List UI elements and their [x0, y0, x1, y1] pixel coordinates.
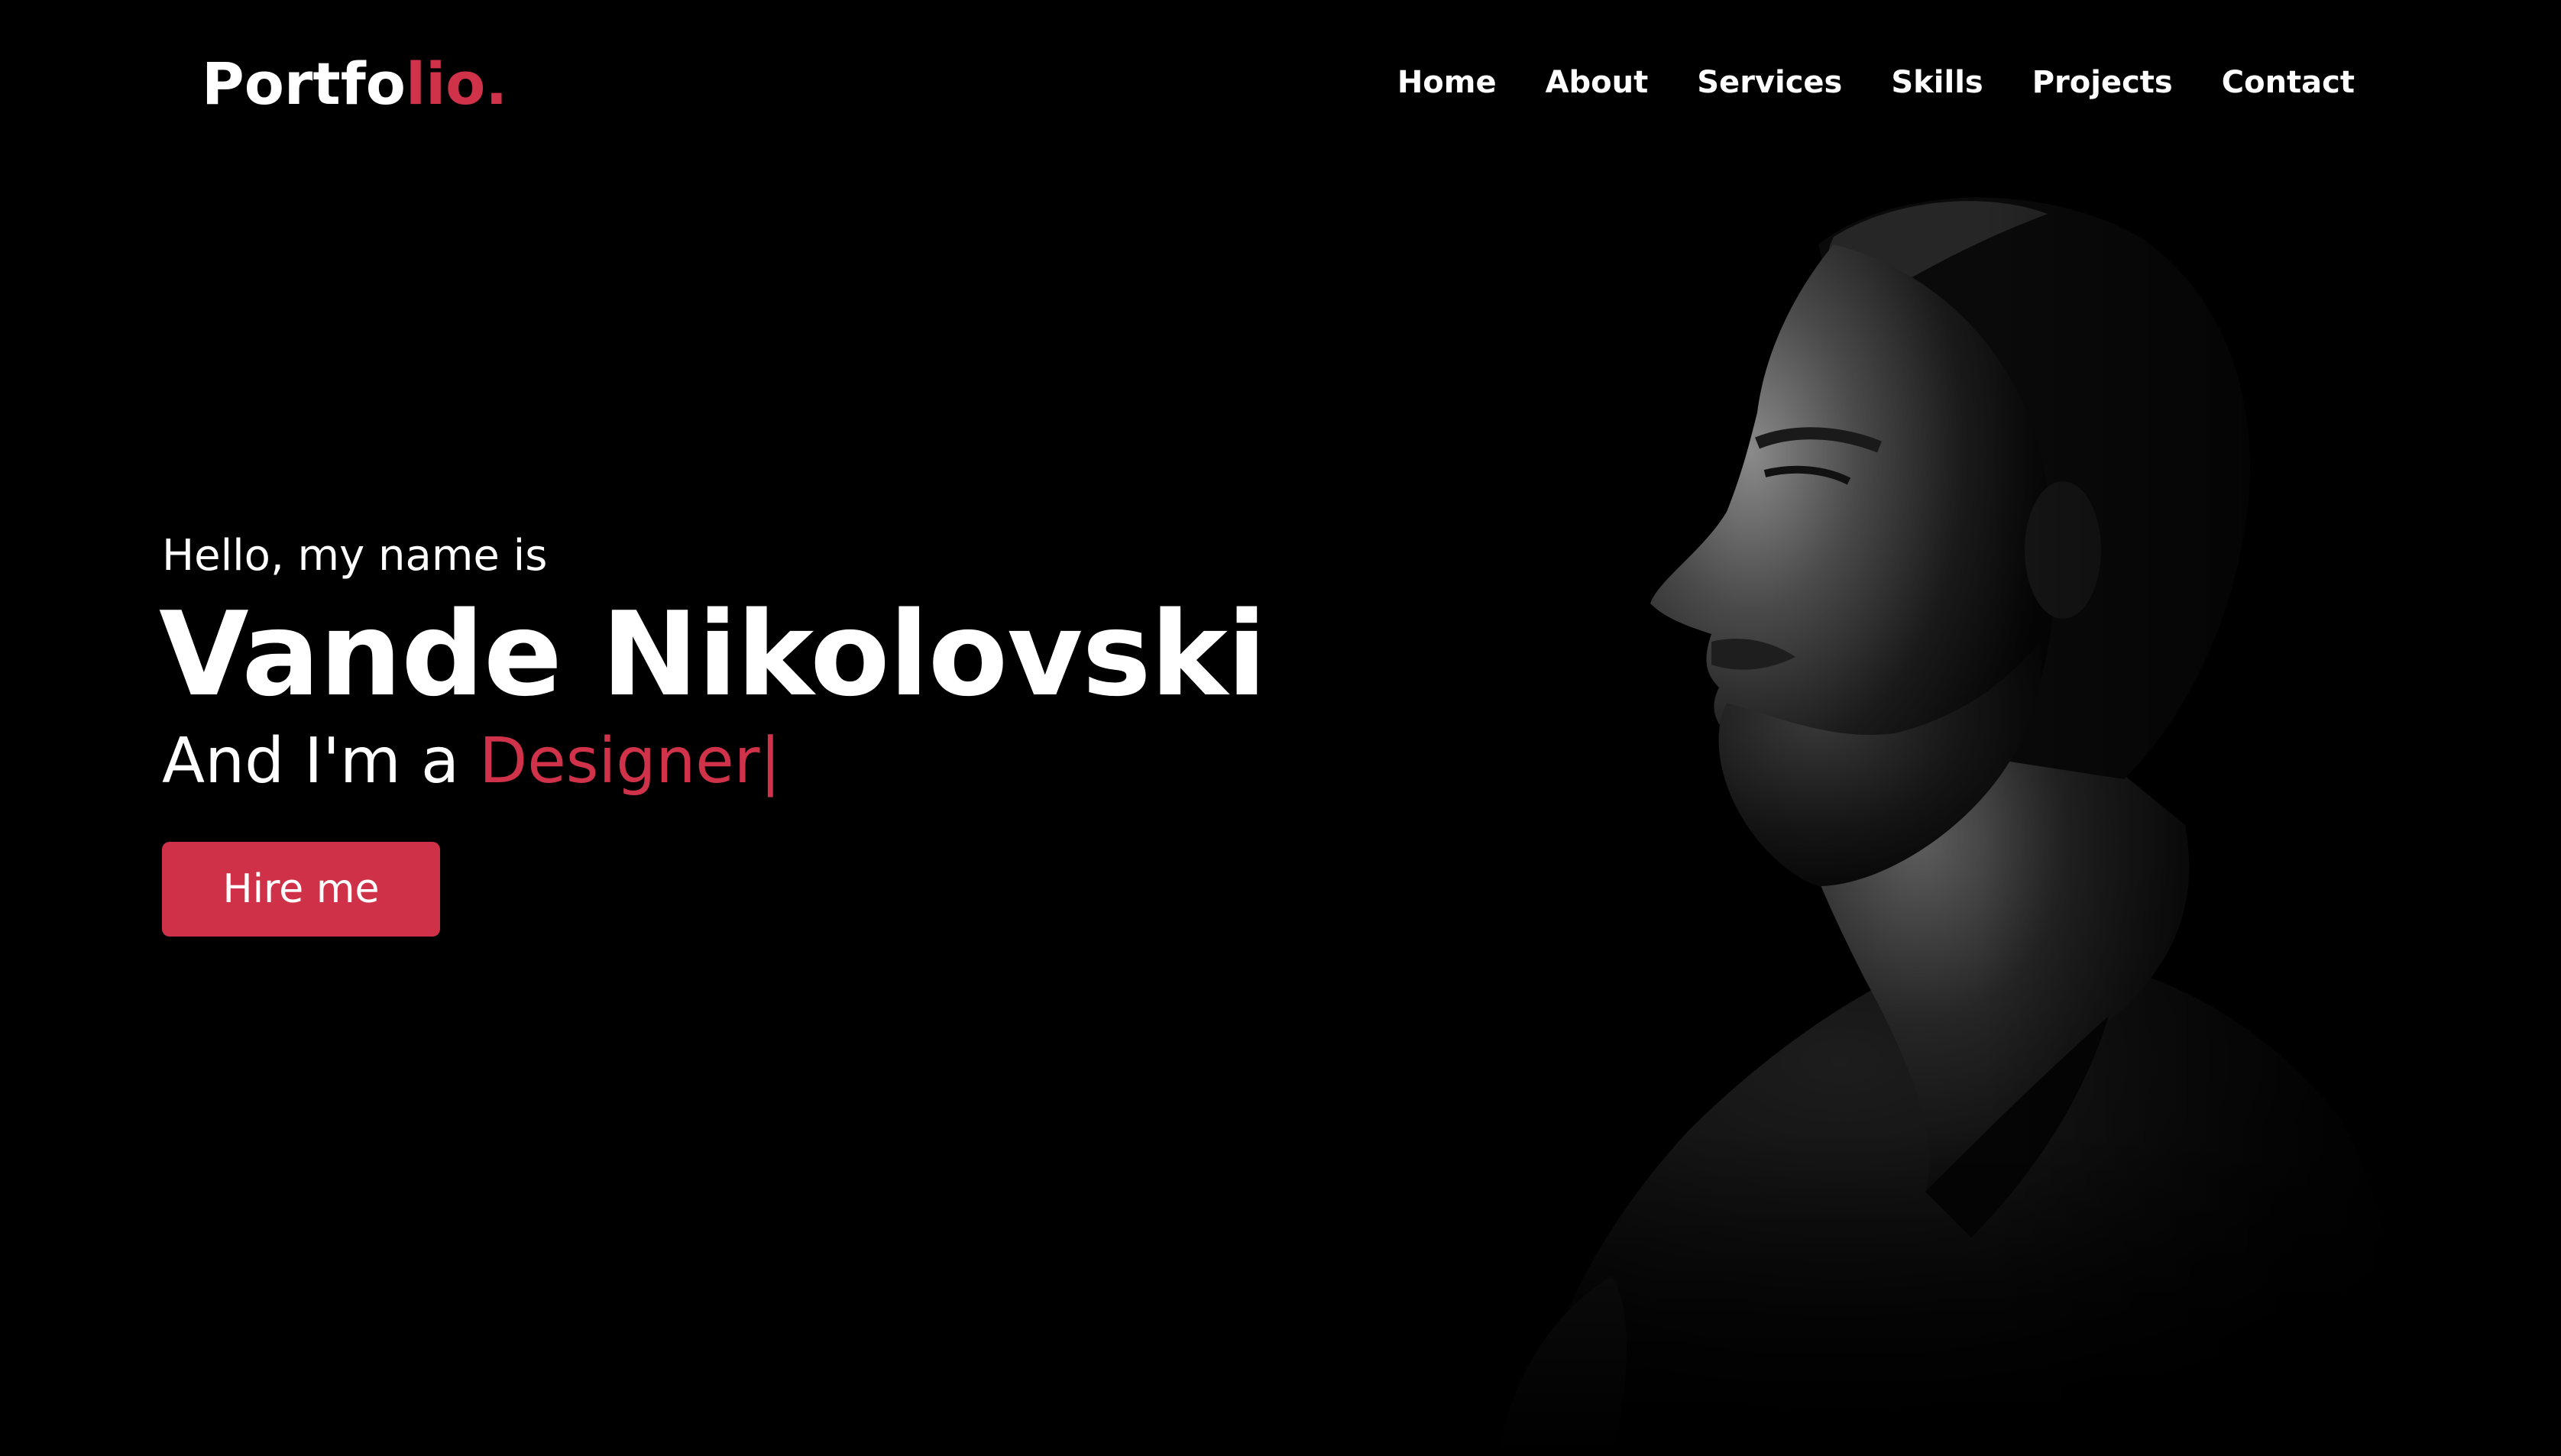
- typing-caret: |: [759, 725, 782, 798]
- nav-item-home: Home: [1397, 58, 1497, 107]
- nav-item-about: About: [1546, 58, 1649, 107]
- nav-link-projects[interactable]: Projects: [2032, 58, 2173, 107]
- nav-link-about[interactable]: About: [1546, 58, 1649, 107]
- nav-item-contact: Contact: [2222, 58, 2355, 107]
- site-logo[interactable]: Portfolio.: [202, 46, 507, 122]
- navbar: Portfolio. Home About Services Skills Pr…: [0, 0, 2561, 168]
- hero-greeting: Hello, my name is: [162, 531, 548, 581]
- nav-menu: Home About Services Skills Projects Cont…: [1397, 58, 2355, 107]
- logo-accent: lio.: [406, 50, 508, 118]
- nav-link-services[interactable]: Services: [1697, 58, 1842, 107]
- nav-item-services: Services: [1697, 58, 1842, 107]
- hire-me-button[interactable]: Hire me: [162, 842, 440, 937]
- role-prefix: And I'm a: [162, 725, 480, 798]
- nav-link-skills[interactable]: Skills: [1891, 58, 1983, 107]
- hero-name: Vande Nikolovski: [159, 587, 1267, 722]
- role-typed-word: Designer: [479, 725, 760, 798]
- logo-main: Portfo: [202, 50, 406, 118]
- nav-link-home[interactable]: Home: [1397, 58, 1497, 107]
- portrait-photo-icon: [1436, 153, 2430, 1456]
- nav-link-contact[interactable]: Contact: [2222, 58, 2355, 107]
- nav-item-skills: Skills: [1891, 58, 1983, 107]
- hero-section: Hello, my name is Vande Nikolovski And I…: [159, 526, 1267, 937]
- hero-role: And I'm a Designer|: [162, 720, 1266, 804]
- hero-portrait-image: [1436, 153, 2430, 1456]
- nav-item-projects: Projects: [2032, 58, 2173, 107]
